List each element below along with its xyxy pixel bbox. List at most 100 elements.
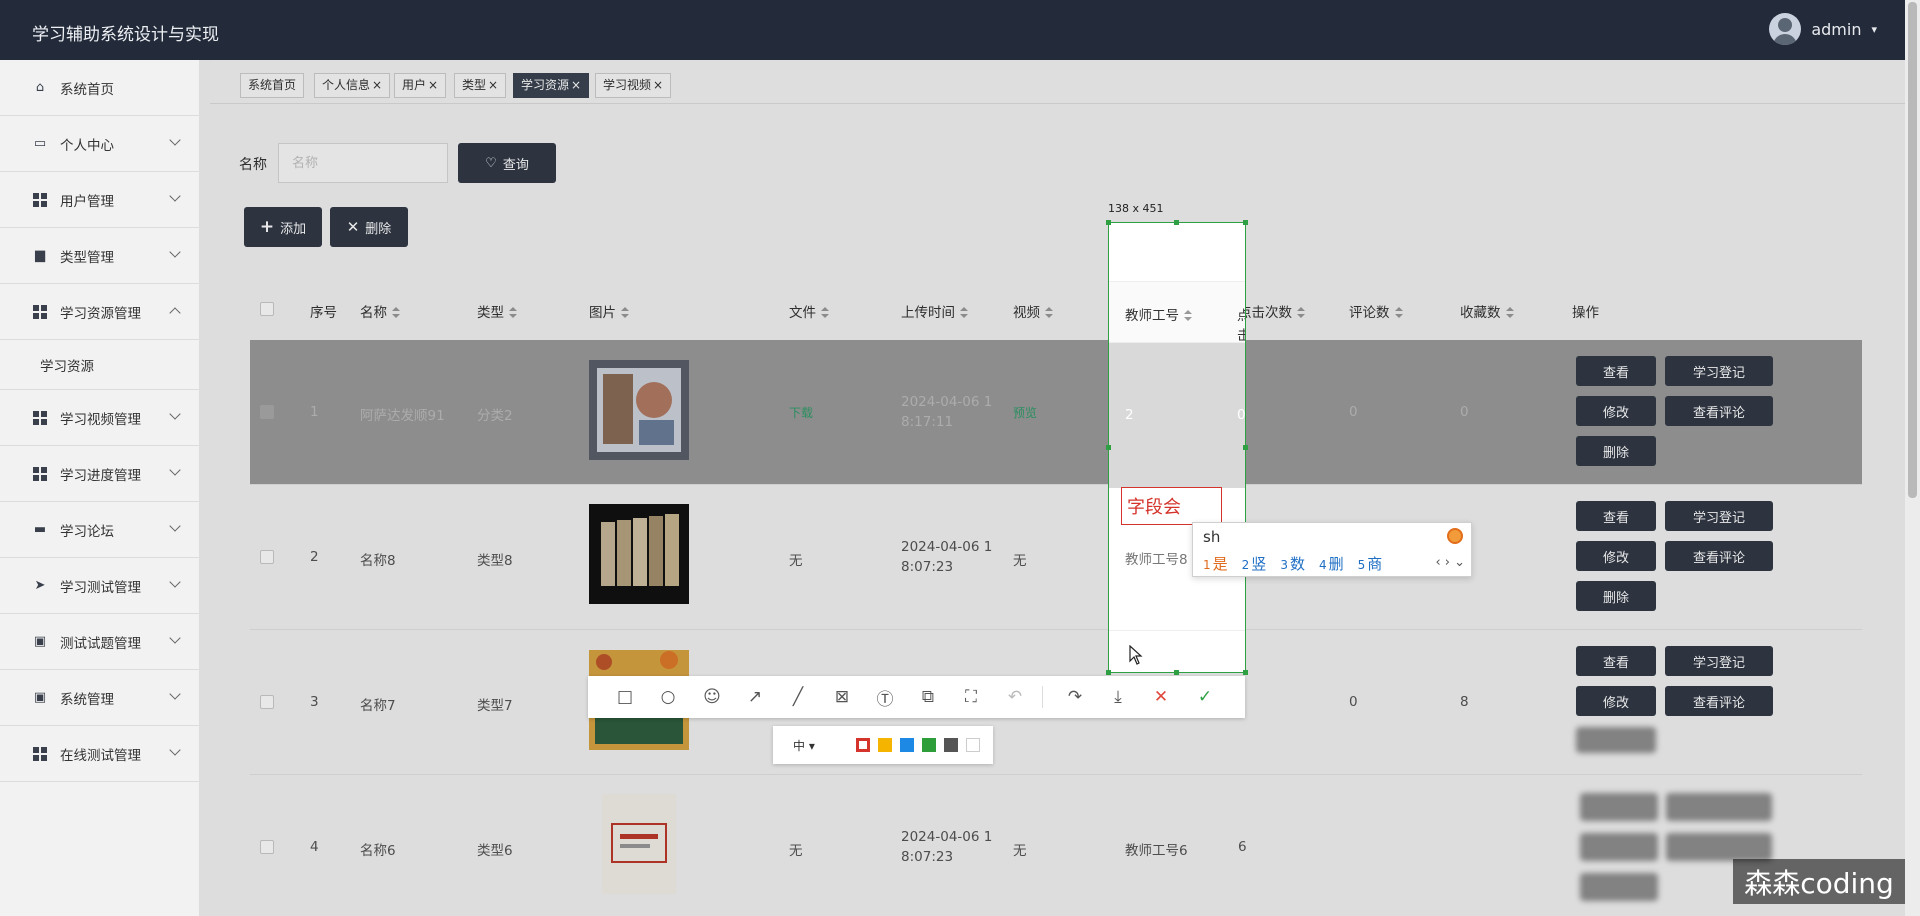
ime-page-nav[interactable]: ‹ › ⌄: [1435, 555, 1465, 570]
rectangle-icon[interactable]: □: [613, 685, 637, 709]
sidebar-item-type-management[interactable]: ▆ 类型管理: [0, 228, 199, 284]
tab-learning-resources[interactable]: 学习资源 ×: [513, 73, 590, 98]
column-header[interactable]: 图片: [589, 301, 629, 321]
text-tool-icon[interactable]: Ⓣ: [873, 685, 897, 710]
sort-icon[interactable]: [1045, 307, 1053, 319]
username[interactable]: admin: [1811, 20, 1861, 39]
vertical-scrollbar[interactable]: [1905, 0, 1920, 916]
tab-type[interactable]: 类型 ×: [454, 73, 507, 98]
ime-candidate-popup[interactable]: sh 1是 2竖 3数 4删 5商 ‹ › ⌄: [1192, 522, 1472, 577]
sidebar-item-question-management[interactable]: ▣ 测试试题管理: [0, 614, 199, 670]
close-icon[interactable]: ×: [372, 78, 382, 92]
sidebar-item-personal-center[interactable]: ▭ 个人中心: [0, 116, 199, 172]
resize-handle[interactable]: [1243, 670, 1248, 675]
delete-button[interactable]: ✕ 删除: [330, 207, 408, 247]
circle-icon[interactable]: ○: [656, 685, 680, 709]
resize-handle[interactable]: [1106, 670, 1111, 675]
caret-down-icon[interactable]: ▾: [1871, 23, 1877, 36]
ime-candidate[interactable]: 4删: [1319, 553, 1344, 574]
sidebar-subitem-resources[interactable]: 学习资源: [0, 340, 199, 390]
resize-handle[interactable]: [1243, 220, 1248, 225]
close-icon[interactable]: ×: [571, 78, 581, 92]
column-header[interactable]: 文件: [789, 301, 829, 321]
column-header[interactable]: 上传时间: [901, 301, 968, 321]
tab-user[interactable]: 用户 ×: [394, 73, 447, 98]
sort-icon[interactable]: [1184, 310, 1192, 322]
ime-candidate[interactable]: 5商: [1358, 553, 1383, 574]
ime-candidate[interactable]: 1是: [1203, 553, 1228, 574]
ocr-icon[interactable]: ⛶: [959, 685, 983, 709]
view-button[interactable]: 查看: [1576, 646, 1656, 676]
tab-learning-videos[interactable]: 学习视频 ×: [595, 73, 672, 98]
row-checkbox[interactable]: [260, 550, 274, 564]
row-delete-button[interactable]: 删除: [1576, 581, 1656, 611]
capture-region[interactable]: 教师工号 点击次数 2 0 教师工号8: [1108, 222, 1246, 673]
row-checkbox[interactable]: [260, 695, 274, 709]
cancel-icon[interactable]: ✕: [1149, 685, 1173, 709]
add-button[interactable]: + 添加: [244, 207, 322, 247]
column-header[interactable]: 评论数: [1349, 301, 1403, 321]
row-checkbox[interactable]: [260, 840, 274, 854]
study-register-button[interactable]: 学习登记: [1665, 356, 1773, 386]
avatar[interactable]: [1769, 13, 1802, 45]
row-checkbox[interactable]: [260, 405, 274, 419]
tab-home[interactable]: 系统首页: [240, 73, 305, 98]
user-menu[interactable]: admin ▾: [1769, 13, 1877, 45]
search-input[interactable]: [278, 143, 448, 183]
column-header[interactable]: 名称: [360, 301, 400, 321]
color-swatch-green[interactable]: [922, 738, 936, 752]
close-icon[interactable]: ×: [428, 78, 438, 92]
sort-icon[interactable]: [821, 307, 829, 319]
undo-icon[interactable]: ↶: [1003, 685, 1027, 709]
view-comments-button[interactable]: 查看评论: [1665, 541, 1773, 571]
sort-icon[interactable]: [1297, 307, 1305, 319]
sort-icon[interactable]: [509, 307, 517, 319]
resize-handle[interactable]: [1174, 220, 1179, 225]
sidebar-item-resource-management[interactable]: 学习资源管理: [0, 284, 199, 340]
close-icon[interactable]: ×: [653, 78, 663, 92]
pin-copy-icon[interactable]: ⧉: [916, 685, 940, 709]
edit-button[interactable]: 修改: [1576, 396, 1656, 426]
sort-icon[interactable]: [1505, 307, 1514, 319]
sidebar-item-home[interactable]: ⌂ 系统首页: [0, 60, 199, 116]
scrollbar-thumb[interactable]: [1908, 2, 1917, 498]
emoji-icon[interactable]: ☺: [700, 685, 724, 709]
mosaic-icon[interactable]: ⊠: [830, 685, 854, 709]
sidebar-item-online-test-management[interactable]: 在线测试管理: [0, 726, 199, 782]
tab-personal-info[interactable]: 个人信息 ×: [314, 73, 391, 98]
table-row[interactable]: 2 名称8 类型8 无 2024-04-06 1 8:07:23 无 查看 学习登…: [250, 485, 1862, 630]
sidebar-item-video-management[interactable]: 学习视频管理: [0, 390, 199, 446]
row-delete-button[interactable]: 删除: [1576, 436, 1656, 466]
edit-button[interactable]: 修改: [1576, 686, 1656, 716]
font-size-select[interactable]: 中 ▾: [793, 737, 815, 754]
column-header[interactable]: 收藏数: [1460, 301, 1514, 321]
resize-handle[interactable]: [1243, 445, 1248, 450]
file-download-link[interactable]: 下载: [789, 404, 813, 421]
color-swatch-red[interactable]: [856, 738, 870, 752]
ime-candidate[interactable]: 2竖: [1242, 553, 1267, 574]
edit-button[interactable]: 修改: [1576, 541, 1656, 571]
sort-icon[interactable]: [621, 307, 629, 319]
resize-handle[interactable]: [1174, 670, 1179, 675]
arrow-icon[interactable]: ↗: [743, 685, 767, 709]
column-header[interactable]: 点击次数: [1238, 301, 1305, 321]
study-register-button[interactable]: 学习登记: [1665, 646, 1773, 676]
sort-icon[interactable]: [960, 307, 968, 319]
color-swatch-yellow[interactable]: [878, 738, 892, 752]
view-button[interactable]: 查看: [1576, 501, 1656, 531]
download-icon[interactable]: ⤓: [1106, 685, 1130, 709]
view-button[interactable]: 查看: [1576, 356, 1656, 386]
view-comments-button[interactable]: 查看评论: [1665, 396, 1773, 426]
line-icon[interactable]: ╱: [786, 685, 810, 709]
search-button[interactable]: ♡ 查询: [458, 143, 556, 183]
sidebar-item-forum[interactable]: ▬ 学习论坛: [0, 502, 199, 558]
teacher-id-column-header[interactable]: 教师工号: [1125, 304, 1192, 324]
sidebar-item-user-management[interactable]: 用户管理: [0, 172, 199, 228]
table-row[interactable]: 1 阿萨达发顺91 分类2 下载 2024-04-06 1 8:17:11 预览 …: [250, 340, 1862, 485]
view-comments-button[interactable]: 查看评论: [1665, 686, 1773, 716]
color-swatch-blue[interactable]: [900, 738, 914, 752]
color-swatch-white[interactable]: [966, 738, 980, 752]
study-register-button[interactable]: 学习登记: [1665, 501, 1773, 531]
share-icon[interactable]: ↷: [1063, 685, 1087, 709]
sort-icon[interactable]: [392, 307, 400, 319]
